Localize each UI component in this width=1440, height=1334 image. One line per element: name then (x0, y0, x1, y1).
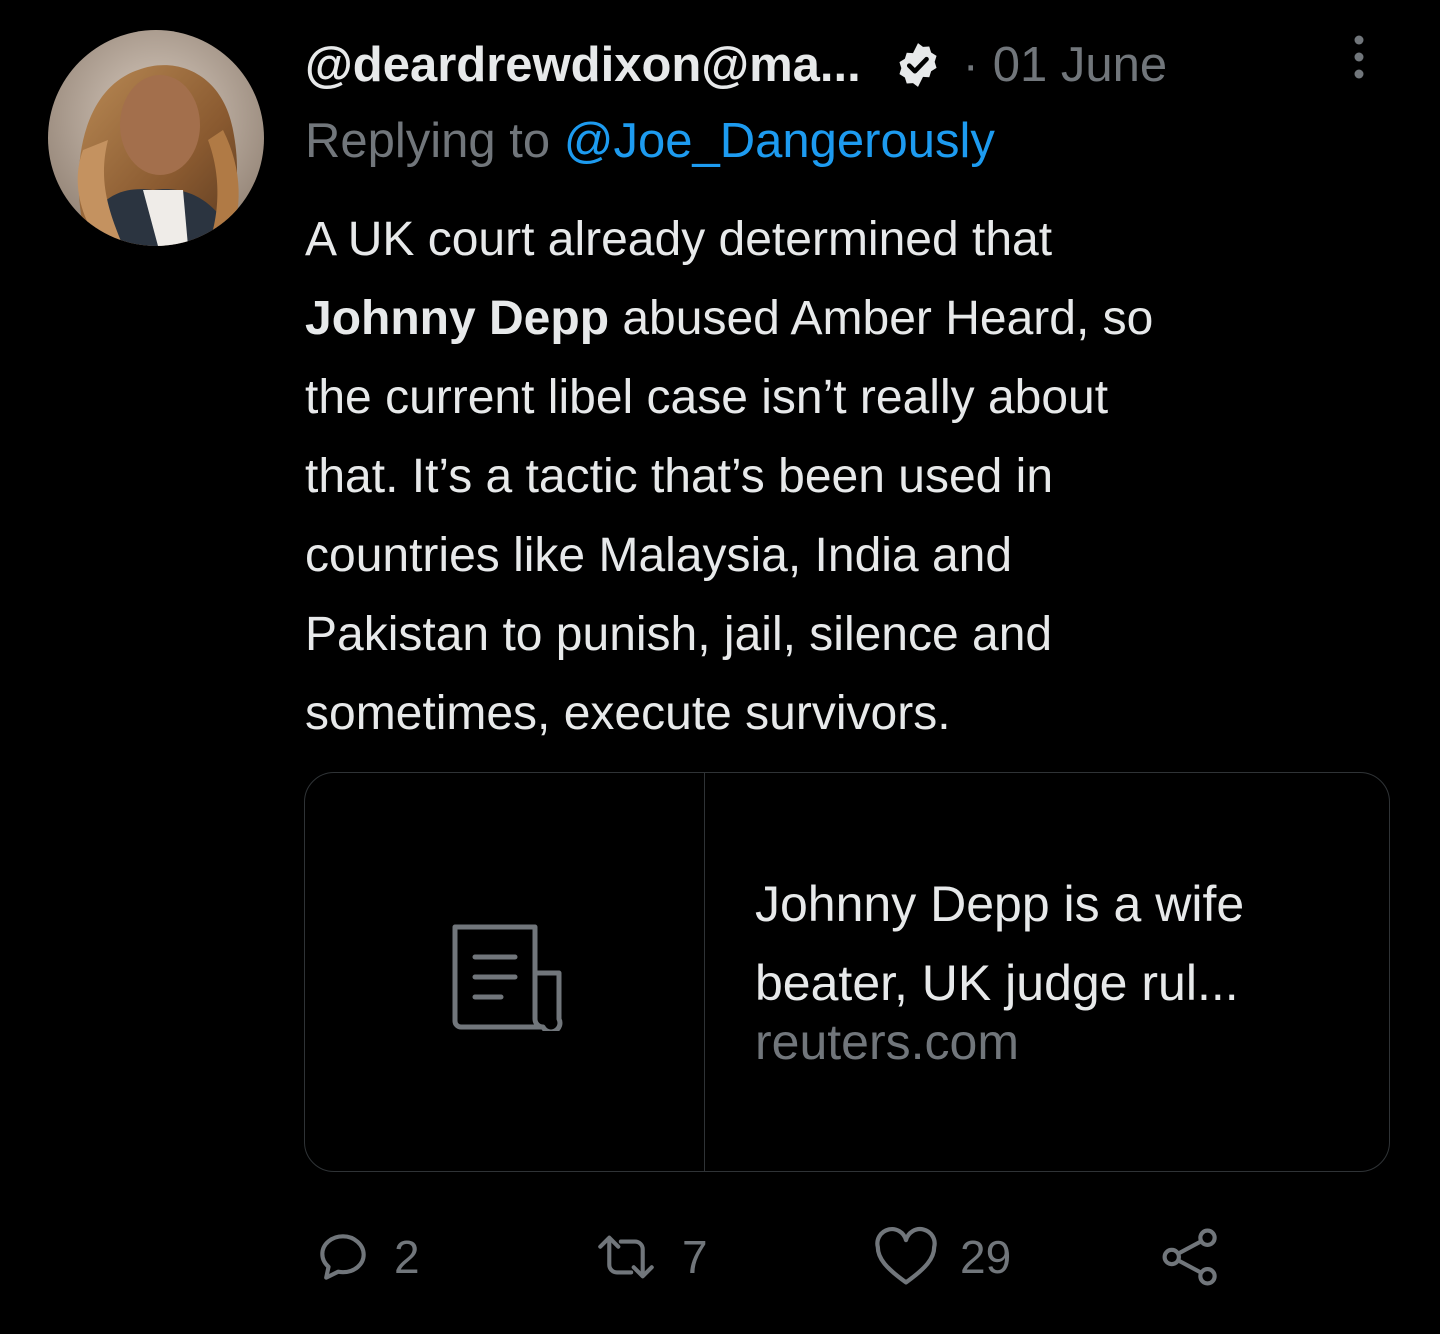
reply-count: 2 (394, 1231, 420, 1283)
tweet-text-line: Johnny Depp abused Amber Heard, so (305, 279, 1385, 358)
card-title: Johnny Depp is a wife beater, UK judge r… (755, 865, 1355, 1023)
separator-dot: · (962, 38, 979, 92)
tweet-text-line: countries like Malaysia, India and (305, 529, 1013, 582)
reply-prefix: Replying to (305, 114, 564, 168)
retweet-count: 7 (682, 1231, 708, 1283)
user-handle[interactable]: @deardrewdixon@ma... (305, 37, 861, 93)
retweet-icon (598, 1235, 654, 1279)
card-domain: reuters.com (755, 1014, 1019, 1070)
tweet-header: @deardrewdixon@ma... · 01 June (305, 30, 1167, 100)
share-icon (1162, 1228, 1217, 1286)
tweet-date[interactable]: 01 June (993, 37, 1167, 93)
like-count: 29 (960, 1231, 1012, 1283)
tweet-text-line: the current libel case isn’t really abou… (305, 371, 1109, 424)
share-button[interactable] (1158, 1222, 1224, 1292)
tweet-text-line: Pakistan to punish, jail, silence and (305, 608, 1053, 661)
avatar[interactable] (48, 30, 264, 246)
article-icon (452, 924, 563, 1031)
verified-badge-icon (893, 40, 943, 90)
more-options-icon[interactable] (1344, 32, 1374, 82)
card-title-line: beater, UK judge rul... (755, 955, 1239, 1011)
heart-icon (875, 1227, 937, 1285)
tweet-text-line: sometimes, execute survivors. (305, 687, 951, 740)
card-thumbnail (305, 773, 705, 1171)
tweet-text-line-rest: abused Amber Heard, so (622, 292, 1154, 345)
retweet-button[interactable]: 7 (590, 1222, 708, 1292)
action-bar: 2 7 29 (0, 1222, 1440, 1292)
tweet-text: A UK court already determined that Johnn… (305, 200, 1385, 753)
reply-button[interactable]: 2 (312, 1222, 420, 1292)
bold-name: Johnny Depp (305, 292, 610, 345)
reply-mention-link[interactable]: @Joe_Dangerously (564, 114, 995, 168)
replying-to: Replying to @Joe_Dangerously (305, 113, 995, 169)
reply-icon (320, 1234, 366, 1280)
tweet-text-line: that. It’s a tactic that’s been used in (305, 450, 1054, 503)
link-preview-card[interactable]: Johnny Depp is a wife beater, UK judge r… (304, 772, 1390, 1172)
tweet-text-line: A UK court already determined that (305, 213, 1053, 266)
card-title-line: Johnny Depp is a wife (755, 876, 1245, 932)
like-button[interactable]: 29 (872, 1222, 1011, 1292)
